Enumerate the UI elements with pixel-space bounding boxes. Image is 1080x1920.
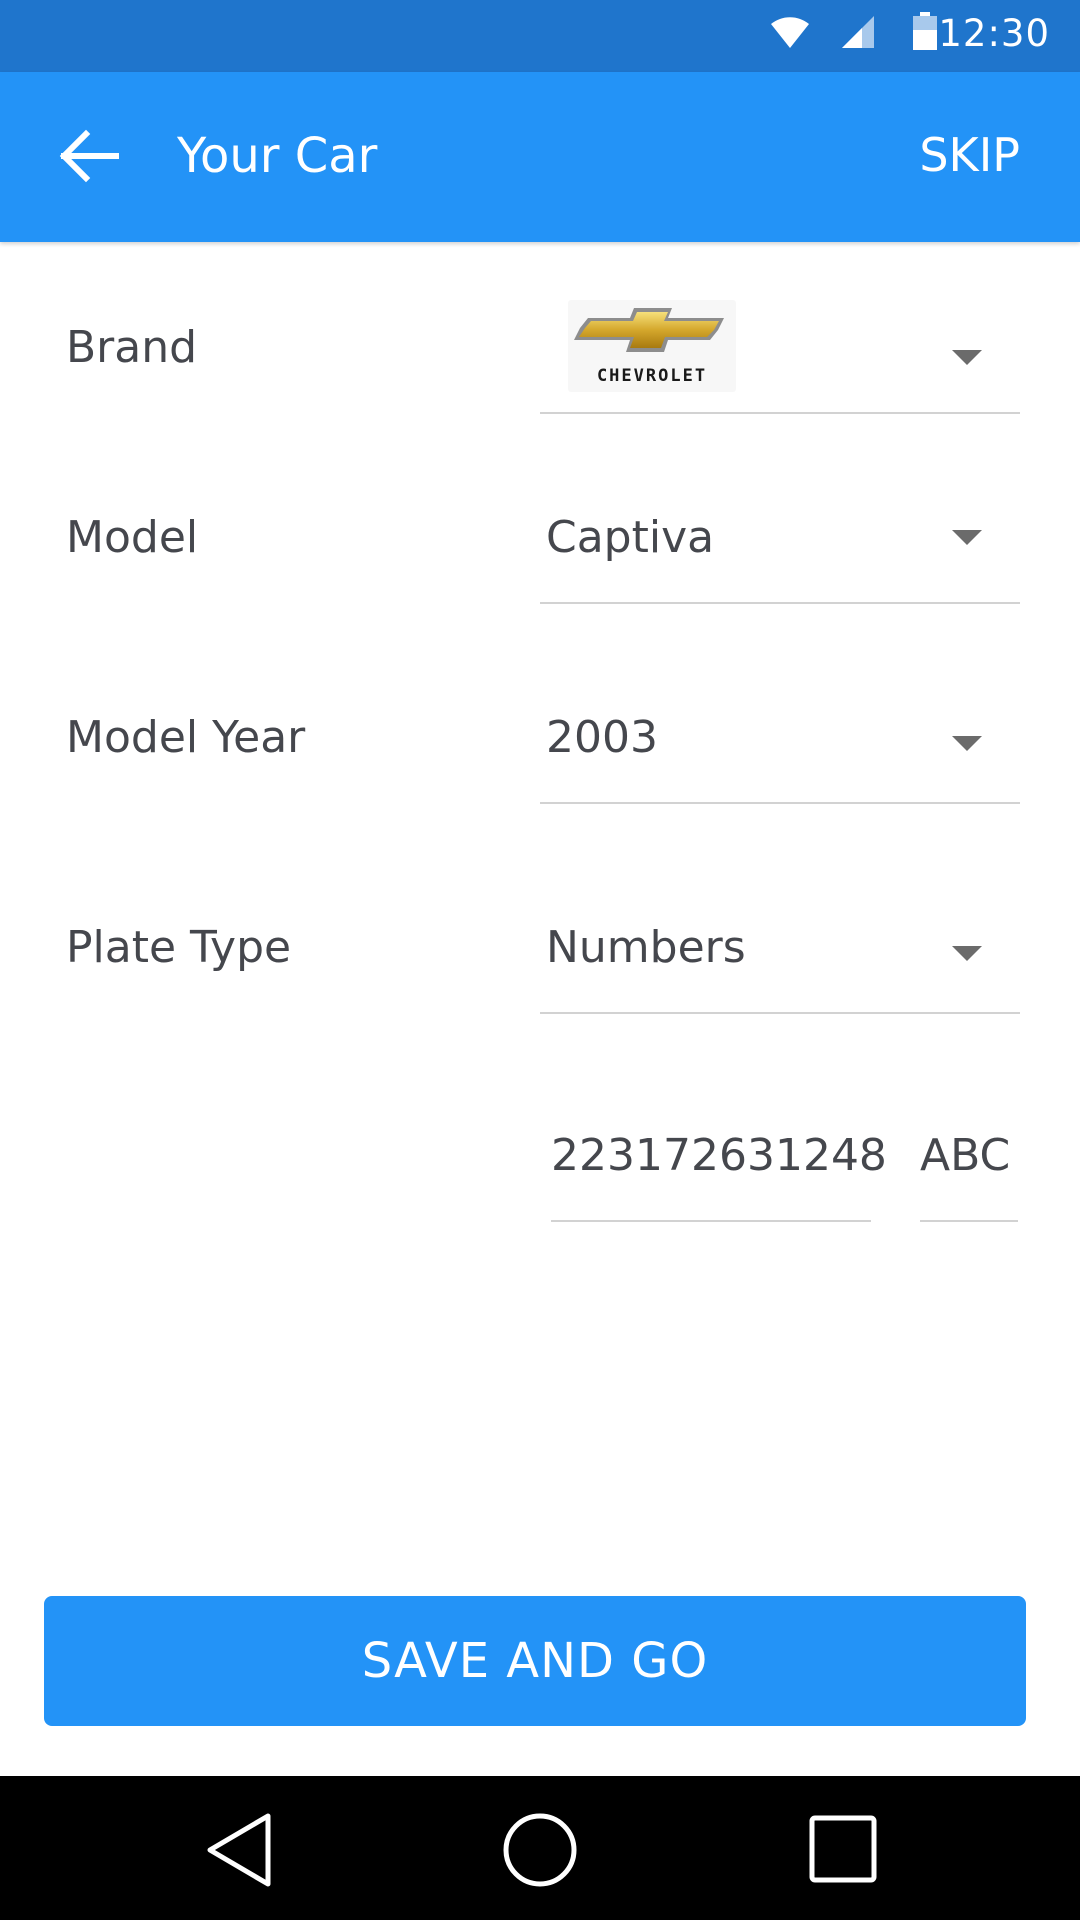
battery-icon <box>912 12 938 56</box>
back-triangle-icon[interactable] <box>204 1812 274 1892</box>
plate-type-label: Plate Type <box>66 922 292 973</box>
brand-dropdown[interactable]: CHEVROLET <box>540 300 1020 414</box>
model-year-label: Model Year <box>66 712 306 763</box>
back-button[interactable] <box>46 116 130 200</box>
model-dropdown[interactable]: Captiva <box>540 490 1020 604</box>
model-value: Captiva <box>546 512 715 563</box>
home-circle-icon[interactable] <box>502 1812 578 1892</box>
model-label: Model <box>66 512 199 563</box>
page-title: Your Car <box>177 128 378 184</box>
brand-row: Brand CHEVROLET <box>0 300 1080 420</box>
status-bar: 12:30 <box>0 0 1080 72</box>
chevrolet-logo: CHEVROLET <box>568 300 736 392</box>
chevrolet-bowtie-icon <box>574 308 724 352</box>
recents-square-icon[interactable] <box>808 1814 878 1888</box>
plate-row: 223172631248 ABC <box>0 1110 1080 1222</box>
brand-logo-wordmark: CHEVROLET <box>596 366 708 386</box>
wifi-icon <box>770 14 810 54</box>
model-year-row: Model Year 2003 <box>0 690 1080 810</box>
app-bar: Your Car SKIP <box>0 72 1080 242</box>
plate-type-dropdown[interactable]: Numbers <box>540 900 1020 1014</box>
model-row: Model Captiva <box>0 490 1080 610</box>
dropdown-arrow-icon <box>952 530 982 545</box>
save-and-go-button[interactable]: SAVE AND GO <box>44 1596 1026 1726</box>
model-year-dropdown[interactable]: 2003 <box>540 690 1020 804</box>
brand-label: Brand <box>66 322 198 373</box>
status-time: 12:30 <box>938 12 1050 55</box>
plate-type-row: Plate Type Numbers <box>0 900 1080 1020</box>
plate-number-field[interactable]: 223172631248 <box>551 1110 887 1222</box>
model-year-value: 2003 <box>546 712 658 763</box>
dropdown-arrow-icon <box>952 736 982 751</box>
cellular-signal-icon <box>840 14 876 54</box>
dropdown-arrow-icon <box>952 350 982 365</box>
skip-button[interactable]: SKIP <box>919 128 1020 182</box>
dropdown-arrow-icon <box>952 946 982 961</box>
plate-type-value: Numbers <box>546 922 746 973</box>
navigation-bar <box>0 1776 1080 1920</box>
arrow-left-icon <box>56 128 120 188</box>
plate-number-value: 223172631248 <box>551 1130 887 1181</box>
plate-letters-value: ABC <box>920 1130 1011 1181</box>
plate-letters-field[interactable]: ABC <box>920 1110 1018 1222</box>
